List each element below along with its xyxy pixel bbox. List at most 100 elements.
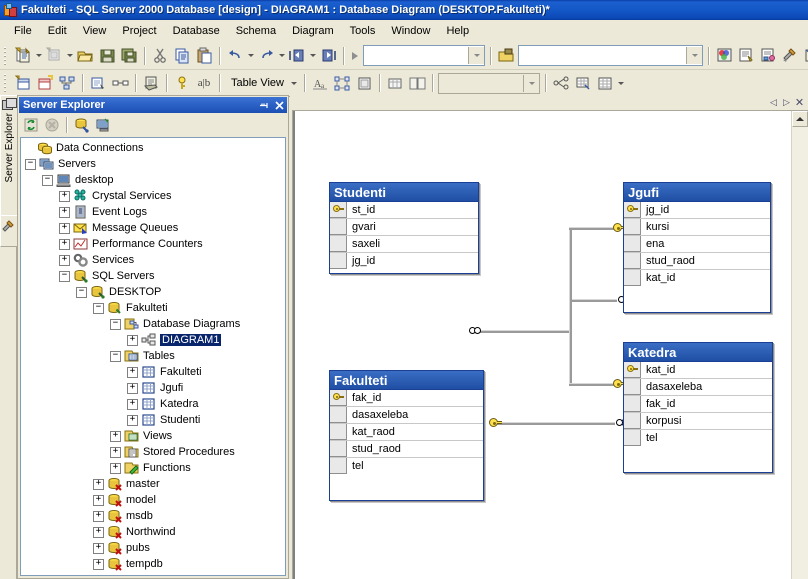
indexes-icon[interactable] — [572, 72, 594, 94]
collapse-icon[interactable]: − — [76, 286, 87, 298]
add-new-item-dropdown-icon[interactable] — [65, 45, 74, 67]
expand-icon[interactable]: + — [93, 510, 104, 522]
solution-explorer-icon[interactable] — [713, 45, 735, 67]
tree-item-event-logs[interactable]: + Event Logs — [21, 204, 285, 220]
server-explorer-tree[interactable]: Data Connections − Servers − desktop + Crystal… — [20, 137, 286, 576]
tree-item-functions[interactable]: + Functions — [21, 460, 285, 476]
diagram-table-row[interactable]: tel — [330, 458, 483, 474]
expand-icon[interactable]: + — [127, 382, 138, 394]
relationship-line-katedra-jgufi[interactable] — [571, 299, 617, 302]
primary-key-icon[interactable] — [330, 202, 347, 218]
diagram-table-row[interactable]: saxeli — [330, 236, 478, 253]
diagram-table-row[interactable]: dasaxeleba — [330, 407, 483, 424]
expand-icon[interactable]: + — [93, 542, 104, 554]
expand-icon[interactable]: + — [127, 366, 138, 378]
collapse-icon[interactable]: − — [25, 158, 36, 170]
tree-item-message-queues[interactable]: + Message Queues — [21, 220, 285, 236]
start-debug-icon[interactable] — [348, 45, 362, 67]
tree-item-studenti[interactable]: + Studenti — [21, 412, 285, 428]
undo-dropdown-icon[interactable] — [246, 45, 255, 67]
expand-icon[interactable]: + — [127, 398, 138, 410]
expand-icon[interactable]: + — [59, 254, 70, 266]
tree-item-northwind[interactable]: + Northwind — [21, 524, 285, 540]
tree-item-master[interactable]: + master — [21, 476, 285, 492]
sidebar-tab-toolbox[interactable] — [0, 215, 18, 247]
diagram-table-title[interactable]: Fakulteti — [330, 371, 483, 390]
class-view-icon[interactable] — [757, 45, 779, 67]
tree-item-database-diagrams[interactable]: − Database Diagrams — [21, 316, 285, 332]
properties-window-icon[interactable] — [735, 45, 757, 67]
tree-item-tempdb[interactable]: + tempdb — [21, 556, 285, 572]
diagram-table-row[interactable]: tel — [624, 430, 772, 446]
row-selector[interactable] — [330, 424, 347, 440]
collapse-icon[interactable]: − — [42, 174, 53, 186]
find-combo[interactable] — [518, 45, 703, 66]
autosize-tables-icon[interactable]: A a — [309, 72, 331, 94]
row-selector[interactable] — [624, 379, 641, 395]
table-view-button[interactable]: Table View — [224, 77, 300, 89]
expand-icon[interactable]: + — [93, 558, 104, 570]
menu-item-database[interactable]: Database — [165, 23, 228, 39]
diagram-table-row[interactable]: dasaxeleba — [624, 379, 772, 396]
menu-item-window[interactable]: Window — [383, 23, 438, 39]
diagram-table-studenti[interactable]: Studenti st_id gvari saxeli jg_id — [329, 182, 479, 274]
expand-icon[interactable]: + — [93, 478, 104, 490]
diagram-table-row[interactable]: gvari — [330, 219, 478, 236]
diagram-table-title[interactable]: Studenti — [330, 183, 478, 202]
relationship-line-jgufi-studenti[interactable] — [569, 227, 617, 230]
relationship-line-jgufi-studenti[interactable] — [480, 330, 571, 333]
expand-icon[interactable]: + — [59, 222, 70, 234]
navigate-forward-icon[interactable] — [317, 45, 339, 67]
menu-item-project[interactable]: Project — [114, 23, 164, 39]
copy-icon[interactable] — [171, 45, 193, 67]
navigate-back-icon[interactable] — [286, 45, 308, 67]
sidebar-tab-server-explorer[interactable]: Server Explorer — [0, 95, 18, 217]
tree-item-desktop[interactable]: − DESKTOP — [21, 284, 285, 300]
tree-item-data-connections[interactable]: Data Connections — [21, 140, 285, 156]
primary-key-icon[interactable] — [624, 362, 641, 378]
tree-item-katedra[interactable]: + Katedra — [21, 396, 285, 412]
diagram-table-row[interactable]: stud_raod — [330, 441, 483, 458]
generate-change-script-icon[interactable] — [140, 72, 162, 94]
collapse-icon[interactable]: − — [110, 318, 121, 330]
row-selector[interactable] — [330, 253, 347, 269]
diagram-table-row[interactable]: st_id — [330, 202, 478, 219]
menu-item-view[interactable]: View — [75, 23, 115, 39]
delete-table-icon[interactable] — [87, 72, 109, 94]
diagram-table-row[interactable]: fak_id — [624, 396, 772, 413]
row-selector[interactable] — [330, 441, 347, 457]
tree-item-crystal-services[interactable]: + Crystal Services — [21, 188, 285, 204]
cut-icon[interactable] — [149, 45, 171, 67]
row-selector[interactable] — [330, 219, 347, 235]
zoom-combo[interactable] — [438, 72, 540, 94]
find-in-files-icon[interactable] — [495, 45, 517, 67]
navigate-back-dropdown-icon[interactable] — [308, 45, 317, 67]
expand-icon[interactable]: + — [59, 206, 70, 218]
indexes-keys-icon[interactable]: a|b — [193, 72, 215, 94]
chevron-down-icon[interactable] — [686, 47, 702, 64]
expand-icon[interactable]: + — [110, 430, 121, 442]
add-table-icon[interactable] — [34, 72, 56, 94]
tree-item-jgufi[interactable]: + Jgufi — [21, 380, 285, 396]
output-window-icon[interactable] — [801, 45, 808, 67]
menu-item-diagram[interactable]: Diagram — [284, 23, 342, 39]
tree-item-diagram1[interactable]: + DIAGRAM1 — [21, 332, 285, 348]
row-selector[interactable] — [330, 407, 347, 423]
save-icon[interactable] — [96, 45, 118, 67]
row-selector[interactable] — [624, 413, 641, 429]
scroll-up-arrow-icon[interactable] — [792, 111, 808, 127]
chevron-down-icon[interactable] — [523, 74, 539, 92]
diagram-table-title[interactable]: Jgufi — [624, 183, 770, 202]
expand-icon[interactable]: + — [127, 334, 138, 346]
expand-icon[interactable]: + — [110, 446, 121, 458]
relationships-icon[interactable] — [550, 72, 572, 94]
toolbar-grip[interactable] — [3, 74, 10, 92]
tab-prev-icon[interactable]: ◁ — [767, 96, 780, 109]
collapse-icon[interactable]: − — [110, 350, 121, 362]
set-primary-key-icon[interactable] — [171, 72, 193, 94]
tree-item-performance-counters[interactable]: + Performance Counters — [21, 236, 285, 252]
tree-item-tables[interactable]: − Tables — [21, 348, 285, 364]
refresh-icon[interactable] — [20, 115, 41, 135]
tree-item-msdb[interactable]: + msdb — [21, 508, 285, 524]
canvas-vertical-scrollbar[interactable] — [791, 111, 808, 579]
